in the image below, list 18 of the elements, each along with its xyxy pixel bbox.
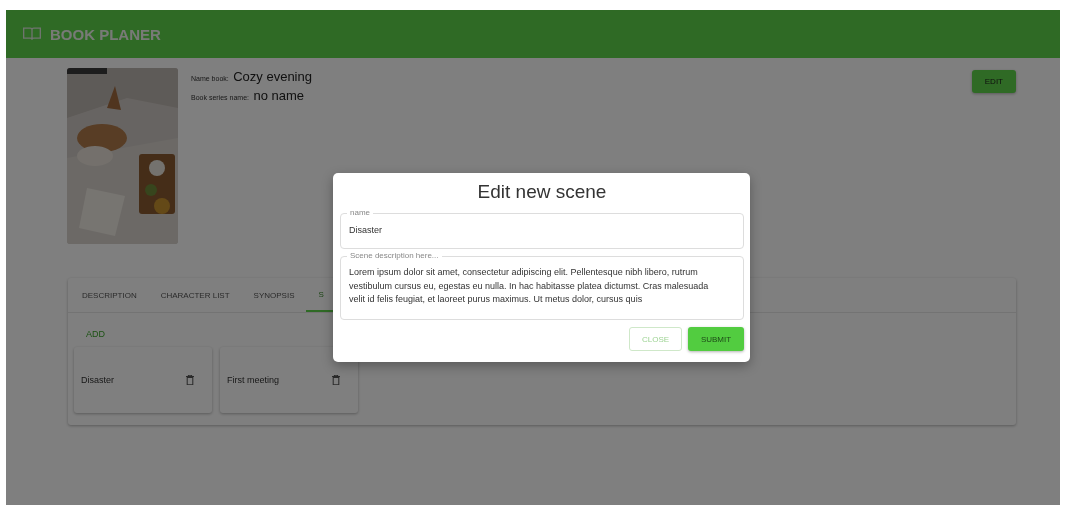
app-title: BOOK PLANER — [50, 25, 161, 43]
scene-card[interactable]: First meeting — [220, 347, 358, 413]
tab[interactable]: CHARACTER LIST — [148, 278, 242, 312]
field-label: name — [347, 208, 373, 218]
tab[interactable]: DESCRIPTION — [70, 278, 149, 312]
dialog-title: Edit new scene — [476, 181, 608, 204]
trash-icon[interactable] — [186, 375, 194, 385]
edit-button[interactable]: EDIT — [971, 70, 1016, 93]
scene-card[interactable]: Disaster — [74, 347, 212, 413]
trash-icon[interactable] — [332, 375, 340, 385]
tab[interactable]: SYNOPSIS — [241, 278, 307, 312]
series-name: no name — [253, 88, 305, 103]
book-name: Cozy evening — [233, 69, 312, 84]
scene-name: First meeting — [227, 375, 279, 385]
add-button[interactable]: ADD — [74, 325, 117, 343]
submit-button[interactable]: SUBMIT — [688, 327, 744, 351]
field-label: Scene description here... — [347, 251, 442, 261]
scene-name: Disaster — [81, 375, 114, 385]
